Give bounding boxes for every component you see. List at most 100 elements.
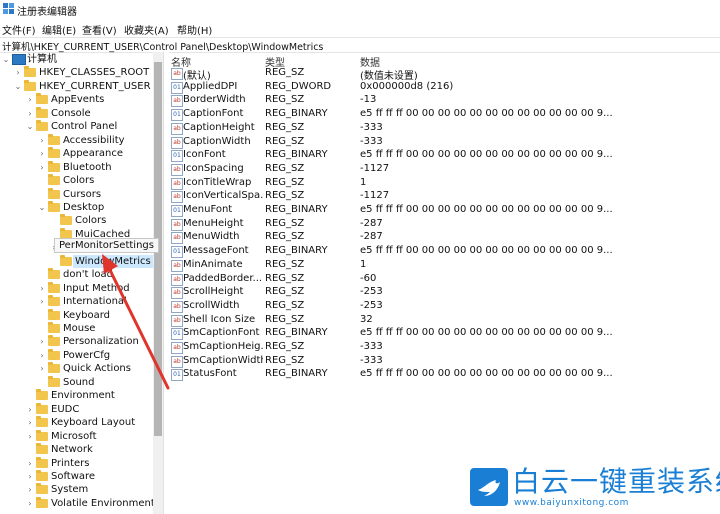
value-name: IconTitleWrap	[183, 176, 252, 188]
expand-chevron-icon[interactable]: ›	[26, 430, 34, 443]
tree-item[interactable]: ⌄ HKEY_CURRENT_USER	[0, 79, 153, 93]
collapse-chevron-icon[interactable]: ⌄	[2, 53, 10, 66]
value-row[interactable]: ab MenuHeight REG_SZ -287	[168, 218, 720, 232]
collapse-chevron-icon[interactable]: ⌄	[26, 120, 34, 133]
collapse-chevron-icon[interactable]: ⌄	[14, 80, 22, 93]
expand-chevron-icon[interactable]: ›	[38, 362, 46, 375]
address-path[interactable]: 计算机\HKEY_CURRENT_USER\Control Panel\Desk…	[2, 39, 323, 53]
expand-chevron-icon[interactable]: ›	[38, 147, 46, 160]
value-row[interactable]: ab IconTitleWrap REG_SZ 1	[168, 177, 720, 191]
value-row[interactable]: 01 SmCaptionFont REG_BINARY e5 ff ff ff 00 …	[168, 327, 720, 341]
tree-item[interactable]: › Keyboard Layout	[0, 416, 153, 429]
folder-icon	[36, 416, 48, 428]
tree-item[interactable]: › Appearance	[0, 147, 153, 160]
collapse-chevron-icon[interactable]: ⌄	[38, 201, 46, 214]
tree-item[interactable]: Keyboard	[0, 308, 153, 322]
expand-chevron-icon[interactable]: ›	[38, 134, 46, 147]
tree-item[interactable]: don't load	[0, 268, 153, 281]
tree-item[interactable]: › Input Method	[0, 281, 153, 295]
menu-favorites[interactable]: 收藏夹(A)	[124, 22, 169, 37]
tree-item[interactable]: ⌄ Control Panel	[0, 120, 153, 133]
tree-item[interactable]: ⌄ Desktop	[0, 200, 153, 214]
tree-item[interactable]: › Printers	[0, 456, 153, 470]
expand-chevron-icon[interactable]: ›	[26, 416, 34, 429]
value-row[interactable]: 01 AppliedDPI REG_DWORD 0x000000d8 (216)	[168, 81, 720, 95]
tree-item[interactable]: › AppEvents	[0, 93, 153, 106]
expand-chevron-icon[interactable]: ›	[26, 497, 34, 510]
tree-item[interactable]: › System	[0, 483, 153, 496]
value-row[interactable]: ab ScrollHeight REG_SZ -253	[168, 286, 720, 300]
menu-edit[interactable]: 编辑(E)	[42, 22, 76, 37]
value-row[interactable]: ab MinAnimate REG_SZ 1	[168, 259, 720, 273]
value-type: REG_SZ	[265, 162, 305, 174]
expand-chevron-icon[interactable]: ›	[38, 335, 46, 348]
tree-item[interactable]: › HKEY_CLASSES_ROOT	[0, 66, 153, 79]
menu-help[interactable]: 帮助(H)	[177, 22, 212, 37]
value-row[interactable]: ab SmCaptionHeig... REG_SZ -333	[168, 341, 720, 355]
address-bar[interactable]: 计算机\HKEY_CURRENT_USER\Control Panel\Desk…	[0, 37, 720, 53]
menu-view[interactable]: 查看(V)	[82, 22, 117, 37]
expand-chevron-icon[interactable]: ›	[38, 161, 46, 174]
value-row[interactable]: ab BorderWidth REG_SZ -13	[168, 94, 720, 108]
value-name: MenuHeight	[183, 217, 244, 229]
tree-item[interactable]: › Bluetooth	[0, 160, 153, 174]
value-row[interactable]: ab Shell Icon Size REG_SZ 32	[168, 314, 720, 328]
expand-chevron-icon[interactable]: ›	[26, 93, 34, 106]
value-row[interactable]: ab IconVerticalSpa... REG_SZ -1127	[168, 190, 720, 204]
value-row[interactable]: ab CaptionHeight REG_SZ -333	[168, 122, 720, 136]
tree-item[interactable]: › Accessibility	[0, 133, 153, 147]
value-type: REG_BINARY	[265, 245, 328, 257]
value-row[interactable]: ab MenuWidth REG_SZ -287	[168, 231, 720, 245]
tree-item[interactable]: › Console	[0, 106, 153, 120]
tree-item[interactable]: › Microsoft	[0, 429, 153, 443]
value-data: e5 ff ff ff 00 00 00 00 00 00 00 00 00 0…	[360, 327, 613, 339]
value-row[interactable]: 01 CaptionFont REG_BINARY e5 ff ff ff 00 00…	[168, 108, 720, 122]
tree-item[interactable]: › Software	[0, 469, 153, 483]
value-type: REG_DWORD	[265, 80, 332, 92]
tree-item[interactable]: Cursors	[0, 187, 153, 201]
value-name: SmCaptionFont	[183, 327, 260, 339]
tree-item[interactable]: › PowerCfg	[0, 348, 153, 362]
folder-icon	[24, 66, 36, 78]
tree-item[interactable]: Mouse	[0, 322, 153, 335]
value-row[interactable]: ab PaddedBorder... REG_SZ -60	[168, 273, 720, 287]
tree-item[interactable]: Sound	[0, 375, 153, 389]
expand-chevron-icon[interactable]: ›	[26, 483, 34, 496]
tree-item-label: HKEY_CLASSES_ROOT	[39, 67, 150, 79]
menu-file[interactable]: 文件(F)	[2, 22, 36, 37]
expand-chevron-icon[interactable]: ›	[14, 66, 22, 79]
expand-chevron-icon[interactable]: ›	[26, 403, 34, 416]
expand-chevron-icon[interactable]: ›	[38, 295, 46, 308]
expand-chevron-icon[interactable]: ›	[26, 107, 34, 120]
tree-scrollbar[interactable]	[153, 52, 163, 514]
expand-chevron-icon[interactable]: ›	[38, 282, 46, 295]
tree-item[interactable]: › EUDC	[0, 402, 153, 416]
value-type: REG_SZ	[265, 176, 305, 188]
tree-item-label: Software	[51, 470, 96, 482]
expand-chevron-icon[interactable]: ›	[38, 349, 46, 362]
tree-item[interactable]: › Volatile Environment	[0, 496, 155, 510]
value-row[interactable]: 01 StatusFont REG_BINARY e5 ff ff ff 00 00 …	[168, 368, 720, 382]
tree-item[interactable]: › International	[0, 295, 153, 308]
value-row[interactable]: 01 MenuFont REG_BINARY e5 ff ff ff 00 00 00…	[168, 204, 720, 218]
tree-item[interactable]: ⌄ 计算机	[0, 53, 153, 66]
expand-chevron-icon[interactable]: ›	[26, 457, 34, 470]
value-row[interactable]: ab ScrollWidth REG_SZ -253	[168, 300, 720, 314]
tree-item[interactable]: Network	[0, 443, 153, 456]
value-data: e5 ff ff ff 00 00 00 00 00 00 00 00 00 0…	[360, 149, 613, 161]
value-data: -333	[360, 341, 383, 352]
value-row[interactable]: ab (默认) REG_SZ (数值未设置)	[168, 67, 720, 82]
tree-item[interactable]: › Personalization	[0, 335, 153, 348]
value-row[interactable]: 01 MessageFont REG_BINARY e5 ff ff ff 00 00…	[168, 245, 720, 259]
expand-chevron-icon[interactable]: ›	[26, 470, 34, 483]
tree-item[interactable]: WindowMetrics	[0, 254, 153, 268]
tree-item[interactable]: Colors	[0, 214, 153, 227]
value-row[interactable]: 01 IconFont REG_BINARY e5 ff ff ff 00 00 00…	[168, 149, 720, 163]
value-row[interactable]: ab CaptionWidth REG_SZ -333	[168, 136, 720, 150]
tree-item[interactable]: › Quick Actions	[0, 362, 153, 375]
tree-item-label: WindowMetrics	[73, 254, 153, 268]
tree-item[interactable]: Environment	[0, 389, 153, 402]
value-row[interactable]: ab IconSpacing REG_SZ -1127	[168, 163, 720, 177]
value-row[interactable]: ab SmCaptionWidth REG_SZ -333	[168, 355, 720, 369]
tree-item[interactable]: Colors	[0, 174, 153, 187]
